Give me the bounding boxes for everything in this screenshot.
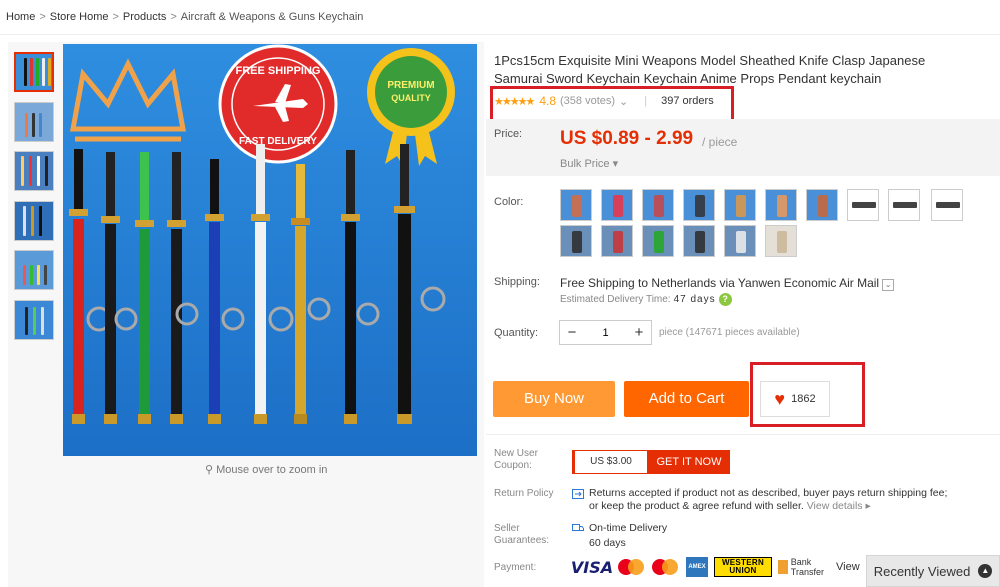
color-swatch-3[interactable] — [642, 189, 674, 221]
recently-viewed-label: Recently Viewed — [873, 563, 971, 579]
shipping-method: via Yanwen Economic Air Mail — [716, 276, 880, 290]
payment-label: Payment: — [494, 562, 537, 573]
magnifier-icon: ⚲ — [205, 464, 217, 476]
divider — [0, 34, 1000, 35]
western-union-icon: WESTERN UNION — [714, 557, 772, 577]
annotation-box-rating — [490, 86, 734, 122]
shipping-line: Free Shipping to Netherlands via Yanwen … — [560, 276, 895, 291]
recently-viewed-button[interactable]: Recently Viewed ▲ — [866, 555, 1000, 587]
price-value: US $0.89 - 2.99 — [560, 128, 694, 149]
color-swatch-10[interactable] — [560, 225, 592, 257]
color-swatch-9[interactable] — [888, 189, 920, 221]
stock-note: piece (147671 pieces available) — [659, 327, 800, 338]
shipping-dropdown-icon[interactable]: ⌄ — [882, 279, 895, 291]
maestro-icon — [652, 557, 680, 577]
coupon[interactable]: US $3.00 GET IT NOW — [572, 450, 730, 474]
thumbnail-1[interactable] — [14, 52, 54, 92]
return-policy-text: Returns accepted if product not as descr… — [589, 487, 948, 512]
badge-quality-text: QUALITY — [391, 93, 431, 103]
zoom-hint-text: Mouse over to zoom in — [216, 464, 328, 476]
color-swatch-2[interactable] — [601, 189, 633, 221]
zoom-hint: ⚲ Mouse over to zoom in — [205, 463, 327, 476]
estimated-delivery: Estimated Delivery Time: 47 days? — [560, 293, 732, 306]
color-swatch-14[interactable] — [724, 225, 756, 257]
thumbnail-5[interactable] — [14, 250, 54, 290]
quantity-label: Quantity: — [494, 327, 539, 339]
payment-methods: VISA AMEX WESTERN UNION Bank Transfer Vi… — [570, 557, 860, 577]
return-policy: Returns accepted if product not as descr… — [589, 487, 959, 513]
product-title: 1Pcs15cm Exquisite Mini Weapons Model Sh… — [494, 53, 926, 86]
color-swatch-16[interactable] — [931, 189, 963, 221]
color-swatch-6[interactable] — [765, 189, 797, 221]
breadcrumb-home[interactable]: Home — [6, 11, 35, 23]
coupon-amount: US $3.00 — [572, 450, 648, 474]
color-swatch-13[interactable] — [683, 225, 715, 257]
thumbnail-list — [14, 52, 56, 349]
quantity-input[interactable] — [584, 321, 627, 344]
amex-icon: AMEX — [686, 557, 708, 577]
mastercard-icon — [618, 557, 646, 577]
color-swatch-4[interactable] — [683, 189, 715, 221]
shipping-to-text: to — [634, 276, 652, 290]
free-shipping-badge: FREE SHIPPING FAST DELIVERY — [218, 44, 338, 164]
free-shipping-text: Free Shipping — [560, 276, 635, 290]
breadcrumb-separator: > — [112, 11, 119, 23]
color-swatch-15[interactable] — [765, 225, 797, 257]
breadcrumb-products[interactable]: Products — [123, 11, 166, 23]
breadcrumb: Home > Store Home > Products > Aircraft & Weap… — [6, 11, 363, 23]
delivery-days: 60 days — [589, 537, 626, 549]
chevron-up-icon: ▲ — [978, 564, 993, 578]
return-policy-label: Return Policy — [494, 488, 554, 499]
breadcrumb-store-home[interactable]: Store Home — [50, 11, 109, 23]
visa-icon: VISA — [570, 557, 614, 577]
badge-premium-text: PREMIUM — [387, 80, 434, 91]
seller-guarantees-label: Seller Guarantees: — [494, 523, 550, 546]
color-swatch-8[interactable] — [847, 189, 879, 221]
price-unit: / piece — [702, 135, 738, 149]
buy-now-button[interactable]: Buy Now — [493, 381, 615, 417]
badge-delivery-text: FAST DELIVERY — [239, 136, 317, 147]
thumbnail-3[interactable] — [14, 151, 54, 191]
color-swatch-1[interactable] — [560, 189, 592, 221]
bulk-price-dropdown[interactable]: Bulk Price ▾ — [560, 157, 618, 170]
main-product-image[interactable]: FREE SHIPPING FAST DELIVERY PREMIUM QUAL… — [63, 44, 477, 456]
shipping-label: Shipping: — [494, 276, 540, 288]
delivery-truck-icon — [572, 523, 584, 533]
thumbnail-4[interactable] — [14, 200, 54, 241]
bank-transfer-text: Bank Transfer — [790, 557, 824, 577]
quantity-decrease-button[interactable]: − — [560, 321, 584, 344]
annotation-box-wishlist — [750, 362, 865, 427]
quantity-increase-button[interactable]: + — [627, 321, 651, 344]
breadcrumb-separator: > — [170, 11, 177, 23]
add-to-cart-button[interactable]: Add to Cart — [624, 381, 749, 417]
price-label: Price: — [494, 128, 523, 140]
bank-transfer: Bank Transfer — [778, 557, 830, 577]
get-coupon-button[interactable]: GET IT NOW — [648, 450, 730, 474]
estimated-delivery-label: Estimated Delivery Time: — [560, 294, 671, 305]
product-photo: FREE SHIPPING FAST DELIVERY PREMIUM QUAL… — [63, 44, 477, 456]
shipping-country[interactable]: Netherlands — [651, 276, 716, 290]
thumbnail-6[interactable] — [14, 299, 54, 340]
breadcrumb-separator: > — [39, 11, 46, 23]
divider — [486, 434, 1000, 435]
breadcrumb-category[interactable]: Aircraft & Weapons & Guns Keychain — [181, 11, 364, 23]
color-swatch-11[interactable] — [601, 225, 633, 257]
color-swatch-5[interactable] — [724, 189, 756, 221]
view-more-payments-link[interactable]: View — [836, 557, 860, 577]
color-swatch-7[interactable] — [806, 189, 838, 221]
bank-icon — [778, 560, 788, 574]
on-time-delivery: On-time Delivery — [589, 522, 668, 534]
quantity-stepper: − + — [559, 320, 652, 345]
color-label: Color: — [494, 196, 524, 208]
return-icon — [572, 489, 584, 499]
view-details-link[interactable]: View details ▸ — [807, 500, 871, 512]
thumbnail-2[interactable] — [14, 101, 54, 142]
estimated-delivery-value: 47 days — [673, 294, 716, 305]
badge-shipping-text: FREE SHIPPING — [236, 65, 321, 77]
help-icon[interactable]: ? — [718, 293, 732, 306]
color-swatch-12[interactable] — [642, 225, 674, 257]
coupon-label: New User Coupon: — [494, 448, 538, 471]
